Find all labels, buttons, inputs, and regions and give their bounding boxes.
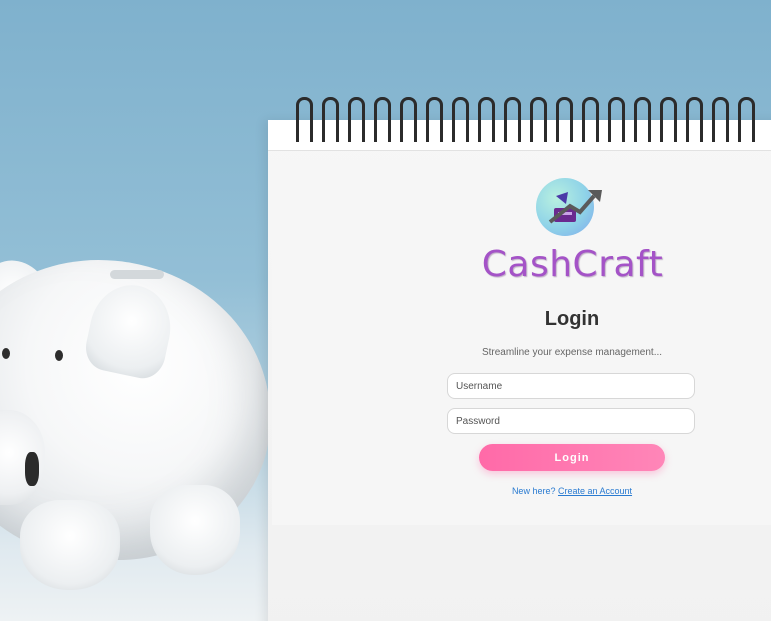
ring: [504, 97, 521, 142]
ring: [556, 97, 573, 142]
ring: [712, 97, 729, 142]
create-account-link[interactable]: Create an Account: [558, 486, 632, 496]
ring: [634, 97, 651, 142]
ring: [582, 97, 599, 142]
pig-coin-slot: [110, 270, 164, 279]
ring: [660, 97, 677, 142]
pig-eye-left: [2, 348, 10, 359]
username-input[interactable]: [447, 373, 695, 399]
ring: [686, 97, 703, 142]
ring: [322, 97, 339, 142]
pig-eye-right: [55, 350, 63, 361]
cashcraft-logo-icon: [536, 178, 602, 240]
ring: [400, 97, 417, 142]
pig-nostril: [25, 452, 39, 486]
login-subtitle: Streamline your expense management...: [481, 347, 663, 358]
signup-prompt: New here?: [511, 486, 556, 496]
ring: [608, 97, 625, 142]
ring: [296, 97, 313, 142]
piggy-bank-image: [0, 250, 300, 610]
growth-arrow-icon: [548, 190, 602, 224]
pig-leg: [20, 500, 120, 590]
login-title: Login: [544, 308, 600, 330]
ring: [452, 97, 469, 142]
ring: [530, 97, 547, 142]
ring: [738, 97, 755, 142]
ring: [374, 97, 391, 142]
password-input[interactable]: [447, 408, 695, 434]
signup-row: New here? Create an Account: [447, 486, 697, 496]
pig-leg: [150, 485, 240, 575]
brand-name: CashCraft: [481, 244, 664, 285]
calendar-rings: [292, 97, 771, 142]
login-button[interactable]: Login: [479, 444, 665, 471]
login-page: CashCraft Login Streamline your expense …: [0, 0, 771, 621]
ring: [426, 97, 443, 142]
ring: [478, 97, 495, 142]
ring: [348, 97, 365, 142]
